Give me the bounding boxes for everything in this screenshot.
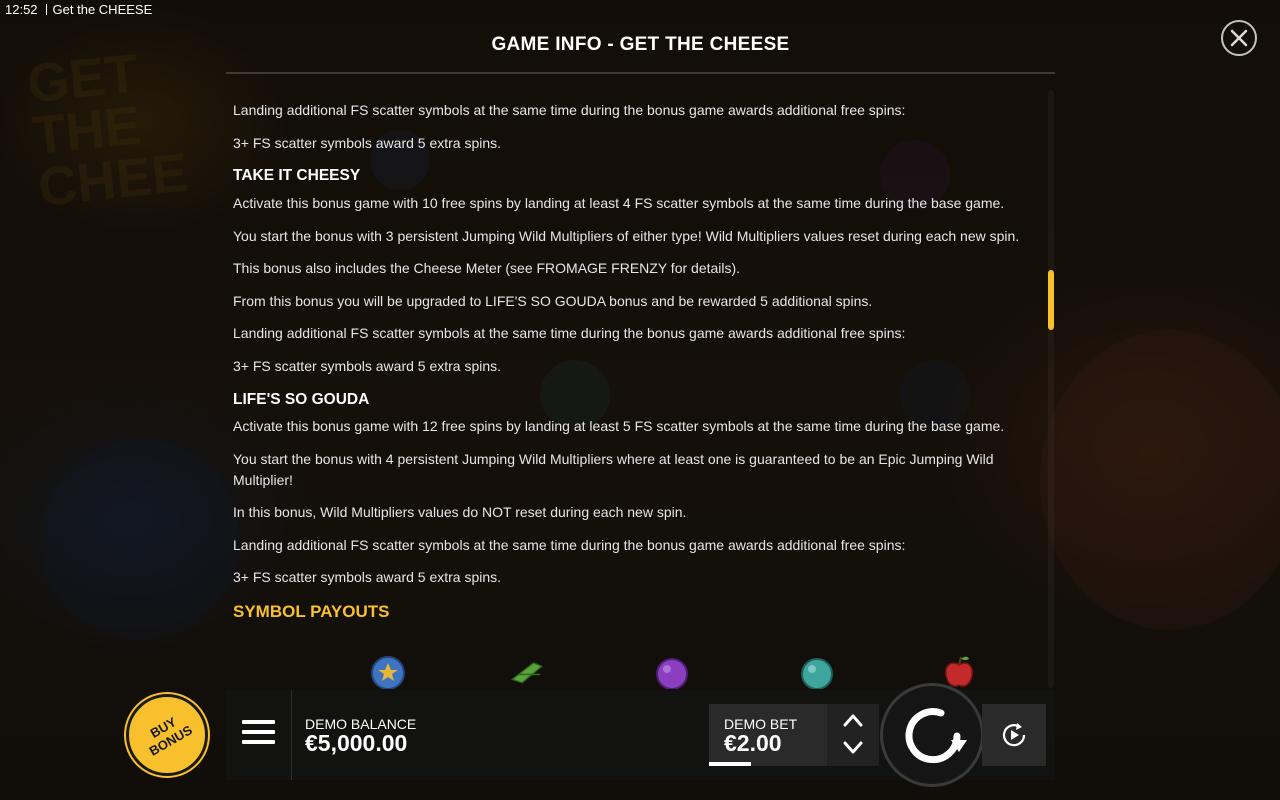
bet-decrease-button[interactable] (842, 740, 864, 756)
section-heading-lifes-so-gouda: LIFE'S SO GOUDA (233, 391, 370, 408)
paragraph: Landing additional FS scatter symbols at… (233, 325, 906, 341)
title-divider (226, 72, 1055, 74)
buy-bonus-label: BUY BONUS (127, 702, 208, 766)
bet-increase-button[interactable] (842, 712, 864, 728)
hamburger-icon-line (242, 730, 275, 734)
info-content[interactable]: Landing additional FS scatter symbols at… (233, 88, 1033, 688)
bar-divider (291, 690, 292, 780)
paragraph: 3+ FS scatter symbols award 5 extra spin… (233, 358, 502, 374)
close-button[interactable] (1221, 20, 1257, 56)
scrollbar-track[interactable] (1048, 90, 1054, 688)
paragraph: You start the bonus with 3 persistent Ju… (233, 228, 1020, 244)
section-heading-take-it-cheesy: TAKE IT CHEESY (233, 167, 361, 184)
panel-title: GAME INFO - GET THE CHEESE (491, 34, 790, 55)
paragraph: You start the bonus with 4 persistent Ju… (233, 451, 994, 488)
purple-ball-icon (656, 658, 688, 689)
paragraph: In this bonus, Wild Multipliers values d… (233, 504, 687, 520)
paragraph: This bonus also includes the Cheese Mete… (233, 260, 741, 276)
section-heading-symbol-payouts: SYMBOL PAYOUTS (233, 602, 390, 621)
teal-ball-icon (801, 658, 833, 689)
paragraph: 3+ FS scatter symbols award 5 extra spin… (233, 135, 502, 151)
bet-value: €2.00 (724, 730, 782, 756)
status-separator (45, 4, 47, 15)
paragraph: Landing additional FS scatter symbols at… (233, 102, 906, 118)
status-time: 12:52 (5, 2, 38, 17)
game-info-panel: GAME INFO - GET THE CHEESE Landing addit… (226, 0, 1055, 690)
status-app-title: Get the CHEESE (52, 2, 153, 17)
paragraph: Landing additional FS scatter symbols at… (233, 537, 906, 553)
autoplay-icon (1002, 723, 1026, 747)
bet-level-indicator (709, 762, 751, 766)
menu-button[interactable] (242, 720, 275, 750)
close-icon (1230, 29, 1248, 47)
red-apple-icon (945, 656, 973, 687)
scrollbar-thumb[interactable] (1048, 270, 1054, 330)
spin-button[interactable] (880, 683, 984, 787)
autoplay-button[interactable] (982, 704, 1046, 766)
green-clothespin-icon (510, 662, 543, 684)
spin-arrow-icon (905, 708, 967, 764)
paragraph: From this bonus you will be upgraded to … (233, 293, 873, 309)
status-bar: 12:52 Get the CHEESE (5, 2, 152, 17)
paragraph: 3+ FS scatter symbols award 5 extra spin… (233, 569, 502, 585)
paragraph: Activate this bonus game with 12 free sp… (233, 418, 1005, 434)
buy-bonus-button[interactable]: BUY BONUS (126, 694, 208, 776)
balance-value: €5,000.00 (305, 730, 408, 756)
blue-ball-icon (371, 656, 405, 689)
paragraph: Activate this bonus game with 10 free sp… (233, 195, 1005, 211)
hamburger-icon-line (242, 720, 275, 724)
hamburger-icon-line (242, 740, 275, 744)
